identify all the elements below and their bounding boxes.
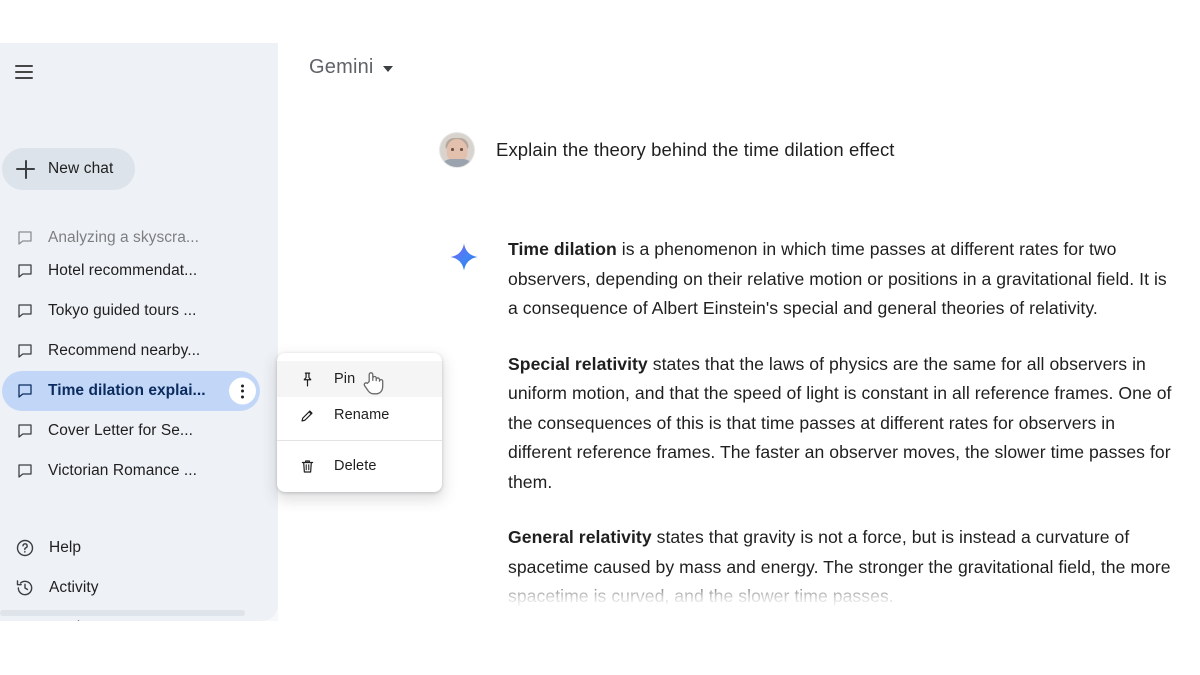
avatar-eye-left [451, 148, 454, 151]
model-selector[interactable]: Gemini [309, 56, 393, 79]
avatar-eye-right [460, 148, 463, 151]
chat-list-item-label: Cover Letter for Se... [48, 422, 193, 439]
chat-list-item[interactable]: Hotel recommendat... [2, 251, 266, 291]
chat-bubble-icon [16, 422, 34, 440]
more-vert-icon[interactable] [229, 377, 256, 405]
sidebar-item-activity[interactable]: Activity [2, 568, 266, 608]
gemini-sparkle-icon [450, 243, 478, 271]
answer-paragraph-lead: Time dilation [508, 239, 617, 259]
new-chat-label: New chat [48, 160, 114, 177]
menu-item-pin[interactable]: Pin [277, 361, 442, 397]
answer-paragraph-body: states that the laws of physics are the … [508, 353, 1172, 492]
chat-history-list: Analyzing a skyscra... Hotel recommendat.… [0, 229, 278, 520]
chat-context-menu: Pin Rename Delete [277, 353, 442, 492]
page-title: Gemini [309, 56, 374, 78]
model-turn: Time dilation is a phenomenon in which t… [450, 235, 1180, 612]
answer-paragraph-lead: Special relativity [508, 353, 648, 374]
chat-list-item[interactable]: Recommend nearby... [2, 331, 266, 371]
hamburger-menu-icon[interactable] [9, 57, 39, 87]
sidebar-item-help[interactable]: Help [2, 528, 266, 568]
chat-list-item[interactable]: Time dilation explai... [2, 371, 260, 411]
chat-bubble-icon [16, 262, 34, 280]
chat-list-item[interactable]: Tokyo guided tours ... [2, 291, 266, 331]
answer-paragraph: Special relativity states that the laws … [508, 350, 1180, 498]
chat-bubble-icon [16, 302, 34, 320]
menu-item-label: Delete [334, 458, 377, 474]
chat-list-item[interactable]: Analyzing a skyscra... [2, 225, 266, 251]
chat-list-item-label: Recommend nearby... [48, 342, 201, 359]
new-chat-button[interactable]: New chat [2, 148, 136, 190]
top-white-band [0, 0, 1200, 43]
pin-icon [299, 371, 316, 388]
menu-item-label: Pin [334, 371, 356, 387]
main-content: Gemini Explain the theory behind the tim… [278, 43, 1200, 621]
bottom-white-band [0, 621, 1200, 675]
chevron-down-icon [382, 66, 393, 72]
gemini-app-window: New chat Analyzing a skyscra... Hotel rec… [0, 0, 1200, 675]
model-answer: Time dilation is a phenomenon in which t… [508, 235, 1180, 612]
user-prompt-text: Explain the theory behind the time dilat… [496, 139, 895, 160]
help-circle-icon [15, 538, 35, 558]
chat-bubble-icon [16, 462, 34, 480]
chat-bubble-icon [16, 229, 34, 247]
avatar[interactable] [440, 133, 474, 167]
chat-list-item-label: Tokyo guided tours ... [48, 302, 197, 319]
menu-item-rename[interactable]: Rename [277, 397, 442, 433]
chat-bubble-icon [16, 342, 34, 360]
avatar-shoulders [441, 159, 473, 167]
chat-list-item[interactable]: Cover Letter for Se... [2, 411, 266, 451]
chat-list-item[interactable]: Victorian Romance ... [2, 451, 266, 491]
answer-paragraph-lead: General relativity [508, 527, 652, 548]
chat-list-item-label: Time dilation explai... [48, 382, 206, 399]
answer-paragraph: Time dilation is a phenomenon in which t… [508, 235, 1180, 324]
menu-item-delete[interactable]: Delete [277, 448, 442, 484]
user-turn: Explain the theory behind the time dilat… [440, 133, 895, 167]
chat-list-item-label: Hotel recommendat... [48, 262, 198, 279]
menu-divider [277, 440, 442, 441]
plus-icon [16, 159, 35, 179]
sidebar-item-label: Activity [49, 579, 99, 596]
answer-paragraph: General relativity states that gravity i… [508, 523, 1180, 612]
sidebar-horizontal-scrollbar[interactable] [0, 610, 245, 616]
trash-icon [299, 458, 316, 475]
chat-bubble-icon [16, 382, 34, 400]
menu-item-label: Rename [334, 407, 390, 423]
sidebar-item-label: Help [49, 539, 82, 556]
chat-list-item-label: Analyzing a skyscra... [48, 229, 199, 246]
sidebar-bottom-nav: HelpActivitySettings [0, 528, 278, 621]
chat-list-item-label: Victorian Romance ... [48, 462, 197, 479]
pencil-icon [299, 407, 316, 424]
history-clock-icon [15, 578, 35, 598]
sidebar: New chat Analyzing a skyscra... Hotel rec… [0, 43, 278, 621]
